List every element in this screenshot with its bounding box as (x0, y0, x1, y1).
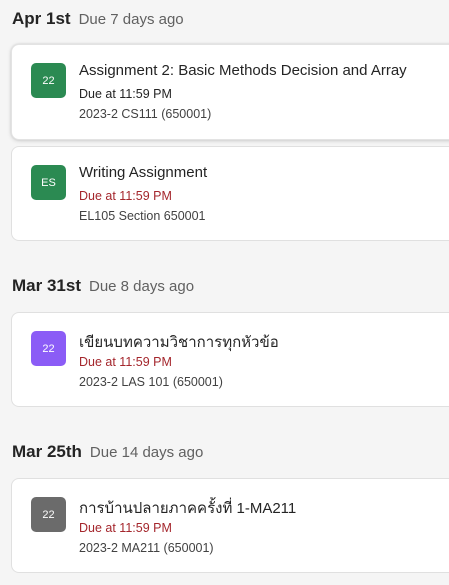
assignment-card[interactable]: 22 Assignment 2: Basic Methods Decision … (11, 44, 449, 140)
assignment-course: 2023-2 LAS 101 (650001) (79, 375, 223, 389)
group-due-relative: Due 7 days ago (78, 11, 184, 28)
assignment-title[interactable]: การบ้านปลายภาคครั้งที่ 1-MA211 (79, 496, 296, 520)
assignment-card[interactable]: ES Writing Assignment Due at 11:59 PM EL… (11, 146, 449, 241)
assignment-due-time: Due at 11:59 PM (79, 87, 172, 101)
group-date: Mar 31st (12, 276, 81, 295)
group-due-relative: Due 14 days ago (89, 444, 204, 461)
date-group-header: Apr 1st Due 7 days ago (12, 9, 184, 29)
assignment-due-time: Due at 11:59 PM (79, 189, 172, 203)
course-badge-icon: 22 (31, 63, 66, 98)
assignment-due-time: Due at 11:59 PM (79, 521, 172, 535)
date-group-header: Mar 25th Due 14 days ago (12, 442, 203, 462)
group-due-relative: Due 8 days ago (88, 278, 195, 295)
assignment-card[interactable]: 22 การบ้านปลายภาคครั้งที่ 1-MA211 Due at… (11, 478, 449, 573)
date-group-header: Mar 31st Due 8 days ago (12, 276, 194, 296)
course-badge-icon: 22 (31, 331, 66, 366)
assignment-card[interactable]: 22 เขียนบทความวิชาการทุกหัวข้อ Due at 11… (11, 312, 449, 407)
group-date: Mar 25th (12, 442, 82, 461)
assignment-feed: Apr 1st Due 7 days ago 22 Assignment 2: … (0, 0, 449, 585)
assignment-course: 2023-2 MA211 (650001) (79, 541, 214, 555)
assignment-title[interactable]: Assignment 2: Basic Methods Decision and… (79, 62, 407, 79)
assignment-title[interactable]: เขียนบทความวิชาการทุกหัวข้อ (79, 330, 279, 354)
assignment-course: 2023-2 CS111 (650001) (79, 107, 212, 121)
assignment-due-time: Due at 11:59 PM (79, 355, 172, 369)
group-date: Apr 1st (12, 9, 71, 28)
assignment-course: EL105 Section 650001 (79, 209, 206, 223)
assignment-title[interactable]: Writing Assignment (79, 164, 207, 181)
course-badge-icon: 22 (31, 497, 66, 532)
course-badge-icon: ES (31, 165, 66, 200)
